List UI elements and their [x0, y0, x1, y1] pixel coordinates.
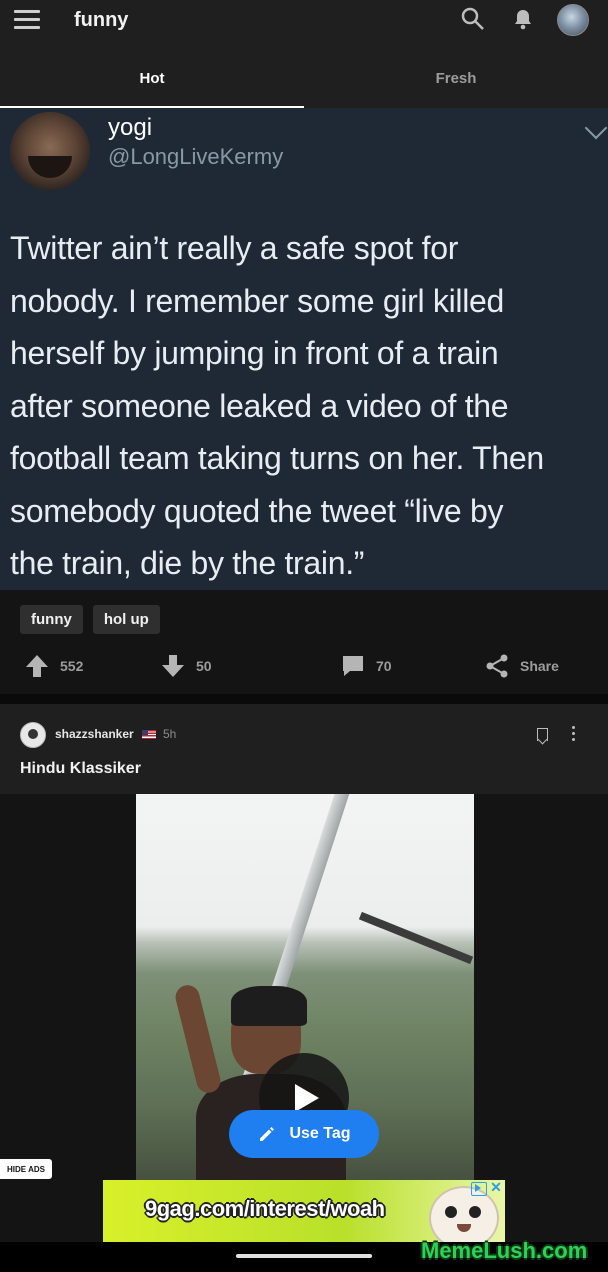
- share-label: Share: [520, 658, 559, 674]
- bell-icon[interactable]: [511, 7, 535, 31]
- share-button[interactable]: Share: [484, 648, 559, 684]
- tag-hol-up[interactable]: hol up: [92, 605, 160, 634]
- video-bar-shape: [358, 911, 474, 965]
- ad-banner-text: 9gag.com/interest/woah: [145, 1196, 385, 1221]
- adchoices-icon[interactable]: [471, 1182, 487, 1196]
- chevron-down-icon: [584, 116, 608, 140]
- tab-fresh[interactable]: Fresh: [304, 60, 608, 108]
- upvote-button[interactable]: 552: [24, 648, 83, 684]
- person-cap-shape: [231, 986, 307, 1026]
- downvote-button[interactable]: 50: [160, 648, 212, 684]
- ad-banner[interactable]: 9gag.com/interest/woah ✕: [103, 1180, 505, 1242]
- use-tag-label: Use Tag: [289, 1125, 351, 1142]
- tweet-line: football team taking turns on her. Then: [10, 440, 544, 476]
- bookmark-icon[interactable]: [537, 728, 548, 741]
- upvote-count: 552: [60, 658, 84, 674]
- tweet-line: herself by jumping in front of a train: [10, 335, 499, 371]
- tab-hot[interactable]: Hot: [0, 60, 304, 108]
- search-icon[interactable]: [460, 6, 486, 32]
- downvote-count: 50: [196, 658, 212, 674]
- tweet-line: after someone leaked a video of the: [10, 387, 509, 424]
- watermark-text: MemeLush.com: [421, 1238, 588, 1263]
- poster-username[interactable]: shazzshanker: [55, 727, 134, 741]
- hamburger-menu-icon[interactable]: [14, 10, 40, 30]
- comment-bubble-icon: [343, 656, 363, 676]
- us-flag-icon: [142, 730, 156, 739]
- section-title: funny: [74, 9, 129, 31]
- comments-button[interactable]: 70: [340, 648, 392, 684]
- more-options-icon[interactable]: [572, 726, 576, 744]
- use-tag-button[interactable]: Use Tag: [229, 1110, 379, 1158]
- post-title[interactable]: Hindu Klassiker: [20, 760, 141, 778]
- downvote-arrow-icon: [162, 655, 184, 677]
- home-indicator[interactable]: [236, 1254, 372, 1258]
- post-actions: 552 50 70 Share: [0, 648, 608, 684]
- poster-avatar[interactable]: [20, 722, 46, 748]
- hide-ads-button[interactable]: HIDE ADS: [0, 1159, 52, 1179]
- tweet-line: somebody quoted the tweet “live by: [10, 492, 504, 529]
- tweet-author-avatar: [10, 112, 90, 190]
- person-arm-shape: [173, 982, 223, 1096]
- tweet-body: Twitter ain’t really a safe spot for nob…: [10, 222, 602, 590]
- ad-close-icon[interactable]: ✕: [489, 1180, 503, 1194]
- post-time: 5h: [163, 727, 177, 741]
- tweet-line: nobody. I remember some girl killed: [10, 282, 505, 319]
- pencil-icon: [260, 1127, 275, 1141]
- post-tags: funny hol up: [20, 605, 160, 634]
- comment-count: 70: [376, 658, 392, 674]
- tweet-author-handle: @LongLiveKermy: [108, 144, 284, 169]
- post-image-tweet[interactable]: yogi @LongLiveKermy Twitter ain’t really…: [0, 108, 608, 590]
- user-avatar[interactable]: [557, 4, 589, 36]
- upvote-arrow-icon: [26, 655, 48, 677]
- tweet-line: Twitter ain’t really a safe spot for: [10, 230, 459, 266]
- tweet-line: the train, die by the train.”: [10, 545, 365, 581]
- share-icon: [486, 654, 508, 678]
- post-header: shazzshanker 5h Hindu Klassiker: [0, 704, 608, 794]
- top-app-bar: funny Hot Fresh: [0, 0, 608, 108]
- tweet-author-name: yogi: [108, 114, 153, 141]
- ad-mascot-image: [429, 1186, 499, 1242]
- post-divider: [0, 694, 608, 704]
- tag-funny[interactable]: funny: [20, 605, 83, 634]
